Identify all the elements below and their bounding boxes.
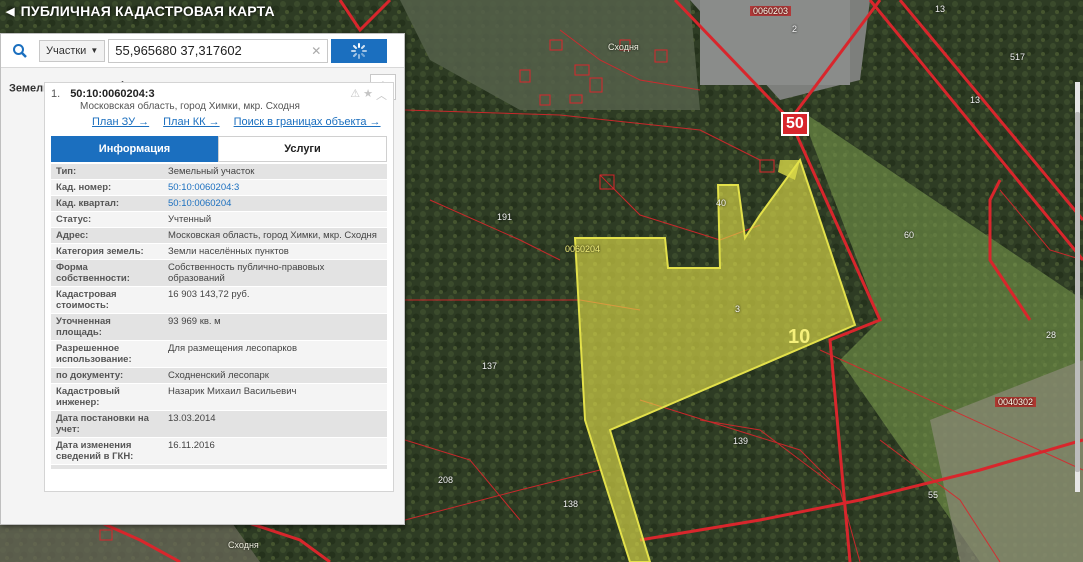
info-value: Московская область, город Химки, мкр. Сх… bbox=[168, 230, 377, 241]
info-value: Учтенный bbox=[168, 214, 212, 225]
info-row: Статус: Учтенный bbox=[51, 212, 387, 228]
info-row: Разрешенное использование: Для размещения… bbox=[51, 341, 387, 368]
app-title: ◀ ПУБЛИЧНАЯ КАДАСТРОВАЯ КАРТА bbox=[0, 0, 281, 22]
plan-kk-link[interactable]: План КК → bbox=[163, 116, 219, 128]
info-row: Категория земель: Земли населённых пункто… bbox=[51, 244, 387, 260]
category-select-value: Участки bbox=[46, 44, 87, 57]
result-cadastral-number[interactable]: 50:10:0060204:3 bbox=[70, 88, 154, 100]
map-label: 191 bbox=[497, 212, 513, 222]
info-value: Для размещения лесопарков bbox=[168, 343, 297, 354]
plan-zu-link[interactable]: План ЗУ → bbox=[92, 116, 149, 128]
info-row: Тип: Земельный участок bbox=[51, 164, 387, 180]
map-label: 3 bbox=[735, 304, 741, 314]
map-label-locality: Сходня bbox=[608, 42, 639, 52]
chevron-down-icon: ▼ bbox=[90, 46, 99, 55]
info-value: 16 903 143,72 руб. bbox=[168, 289, 250, 300]
info-value bbox=[163, 465, 387, 469]
info-value: 13.03.2014 bbox=[168, 413, 216, 424]
tabs: Информация Услуги bbox=[51, 136, 387, 162]
info-value: 93 969 кв. м bbox=[168, 316, 221, 327]
app-title-text: ПУБЛИЧНАЯ КАДАСТРОВАЯ КАРТА bbox=[20, 3, 275, 19]
scrollbar[interactable] bbox=[1075, 82, 1080, 492]
loading-spinner-icon bbox=[351, 42, 368, 59]
info-key: Категория земель: bbox=[56, 246, 144, 257]
info-row: Уточненная площадь: 93 969 кв. м bbox=[51, 314, 387, 341]
info-value: Сходненский лесопарк bbox=[168, 370, 269, 381]
info-row: Дата постановки на учет: 13.03.2014 bbox=[51, 411, 387, 438]
search-in-bounds-link[interactable]: Поиск в границах объекта → bbox=[234, 116, 381, 128]
info-row: по документу: Сходненский лесопарк bbox=[51, 368, 387, 384]
map-label: 13 bbox=[970, 95, 981, 105]
info-key: по документу: bbox=[56, 370, 124, 381]
info-value: Земельный участок bbox=[168, 166, 255, 177]
map-label: 13 bbox=[935, 4, 946, 14]
info-table: Тип: Земельный участок Кад. номер: 50:10:00… bbox=[51, 164, 387, 470]
info-key: Форма собственности: bbox=[56, 262, 130, 284]
info-row: Кадастровый инженер: Назарик Михаил Васил… bbox=[51, 384, 387, 411]
search-bar: Участки ▼ 55,965680 37,317602 ✕ bbox=[1, 34, 404, 68]
map-label: 517 bbox=[1010, 52, 1026, 62]
scrollbar-thumb[interactable] bbox=[1075, 112, 1080, 472]
info-value: 16.11.2016 bbox=[168, 440, 215, 451]
map-label: 60 bbox=[904, 230, 915, 240]
result-card[interactable]: 1. 50:10:0060204:3 Московская область, г… bbox=[44, 82, 394, 492]
search-input[interactable]: 55,965680 37,317602 ✕ bbox=[108, 38, 329, 63]
result-header: 1. 50:10:0060204:3 Московская область, г… bbox=[45, 83, 393, 128]
tab-services[interactable]: Услуги bbox=[218, 136, 387, 162]
info-row: Дата изменения сведений в ГКН: 16.11.2016 bbox=[51, 438, 387, 465]
result-address: Московская область, город Химки, мкр. Сх… bbox=[80, 101, 300, 112]
info-key: Кад. номер: bbox=[56, 182, 112, 193]
map-label: 55 bbox=[928, 490, 939, 500]
info-key: Дата постановки на учет: bbox=[56, 413, 149, 435]
search-input-value: 55,965680 37,317602 bbox=[115, 43, 242, 58]
info-value-link[interactable]: 50:10:0060204:3 bbox=[163, 180, 387, 195]
info-key: Уточненная площадь: bbox=[56, 316, 111, 338]
map-label-quarter: 0060203 bbox=[750, 6, 792, 16]
road-number-badge: 50 bbox=[781, 112, 809, 136]
map-label: 138 bbox=[563, 499, 579, 509]
map-label: 139 bbox=[733, 436, 749, 446]
info-row: Кад. номер: 50:10:0060204:3 bbox=[51, 180, 387, 196]
info-value-link[interactable]: 50:10:0060204 bbox=[163, 196, 387, 211]
info-key: Разрешенное использование: bbox=[56, 343, 132, 365]
info-key: Статус: bbox=[56, 214, 92, 225]
result-index: 1. bbox=[51, 88, 61, 100]
parcel-number-label: 10 bbox=[788, 326, 811, 348]
map-label-quarter: 0040302 bbox=[995, 397, 1037, 407]
info-key bbox=[51, 465, 163, 469]
result-links: План ЗУ → План КК → Поиск в границах объ… bbox=[92, 116, 387, 128]
card-icons: ⚠ ★ ︿ bbox=[350, 87, 387, 103]
info-row: Кад. квартал: 50:10:0060204 bbox=[51, 196, 387, 212]
info-row bbox=[51, 465, 387, 470]
map-label-locality: Сходня bbox=[228, 540, 259, 550]
map-label: 208 bbox=[438, 475, 454, 485]
info-row: Адрес: Московская область, город Химки, м… bbox=[51, 228, 387, 244]
map-label: 28 bbox=[1046, 330, 1057, 340]
search-icon[interactable] bbox=[5, 43, 35, 59]
map-label: 137 bbox=[482, 361, 498, 371]
clear-icon[interactable]: ✕ bbox=[311, 44, 321, 58]
chevron-up-icon[interactable]: ︿ bbox=[376, 87, 387, 103]
category-select[interactable]: Участки ▼ bbox=[39, 39, 106, 62]
search-button[interactable] bbox=[331, 38, 388, 63]
info-key: Дата изменения сведений в ГКН: bbox=[56, 440, 134, 462]
info-value: Земли населённых пунктов bbox=[168, 246, 289, 257]
map-label: 40 bbox=[716, 198, 727, 208]
warning-icon[interactable]: ⚠ bbox=[350, 87, 360, 103]
tab-information[interactable]: Информация bbox=[51, 136, 218, 162]
map-label: 2 bbox=[792, 24, 798, 34]
info-key: Тип: bbox=[56, 166, 77, 177]
info-key: Кадастровая стоимость: bbox=[56, 289, 117, 311]
info-key: Кадастровый инженер: bbox=[56, 386, 120, 408]
info-key: Адрес: bbox=[56, 230, 89, 241]
star-icon[interactable]: ★ bbox=[363, 87, 373, 103]
info-value: Собственность публично-правовых образова… bbox=[168, 262, 325, 284]
info-row: Кадастровая стоимость: 16 903 143,72 руб. bbox=[51, 287, 387, 314]
info-row: Форма собственности: Собственность публич… bbox=[51, 260, 387, 287]
back-arrow-icon[interactable]: ◀ bbox=[6, 5, 15, 18]
map-label-quarter: 0060204 bbox=[565, 244, 601, 254]
info-value: Назарик Михаил Васильевич bbox=[168, 386, 297, 397]
info-key: Кад. квартал: bbox=[56, 198, 120, 209]
